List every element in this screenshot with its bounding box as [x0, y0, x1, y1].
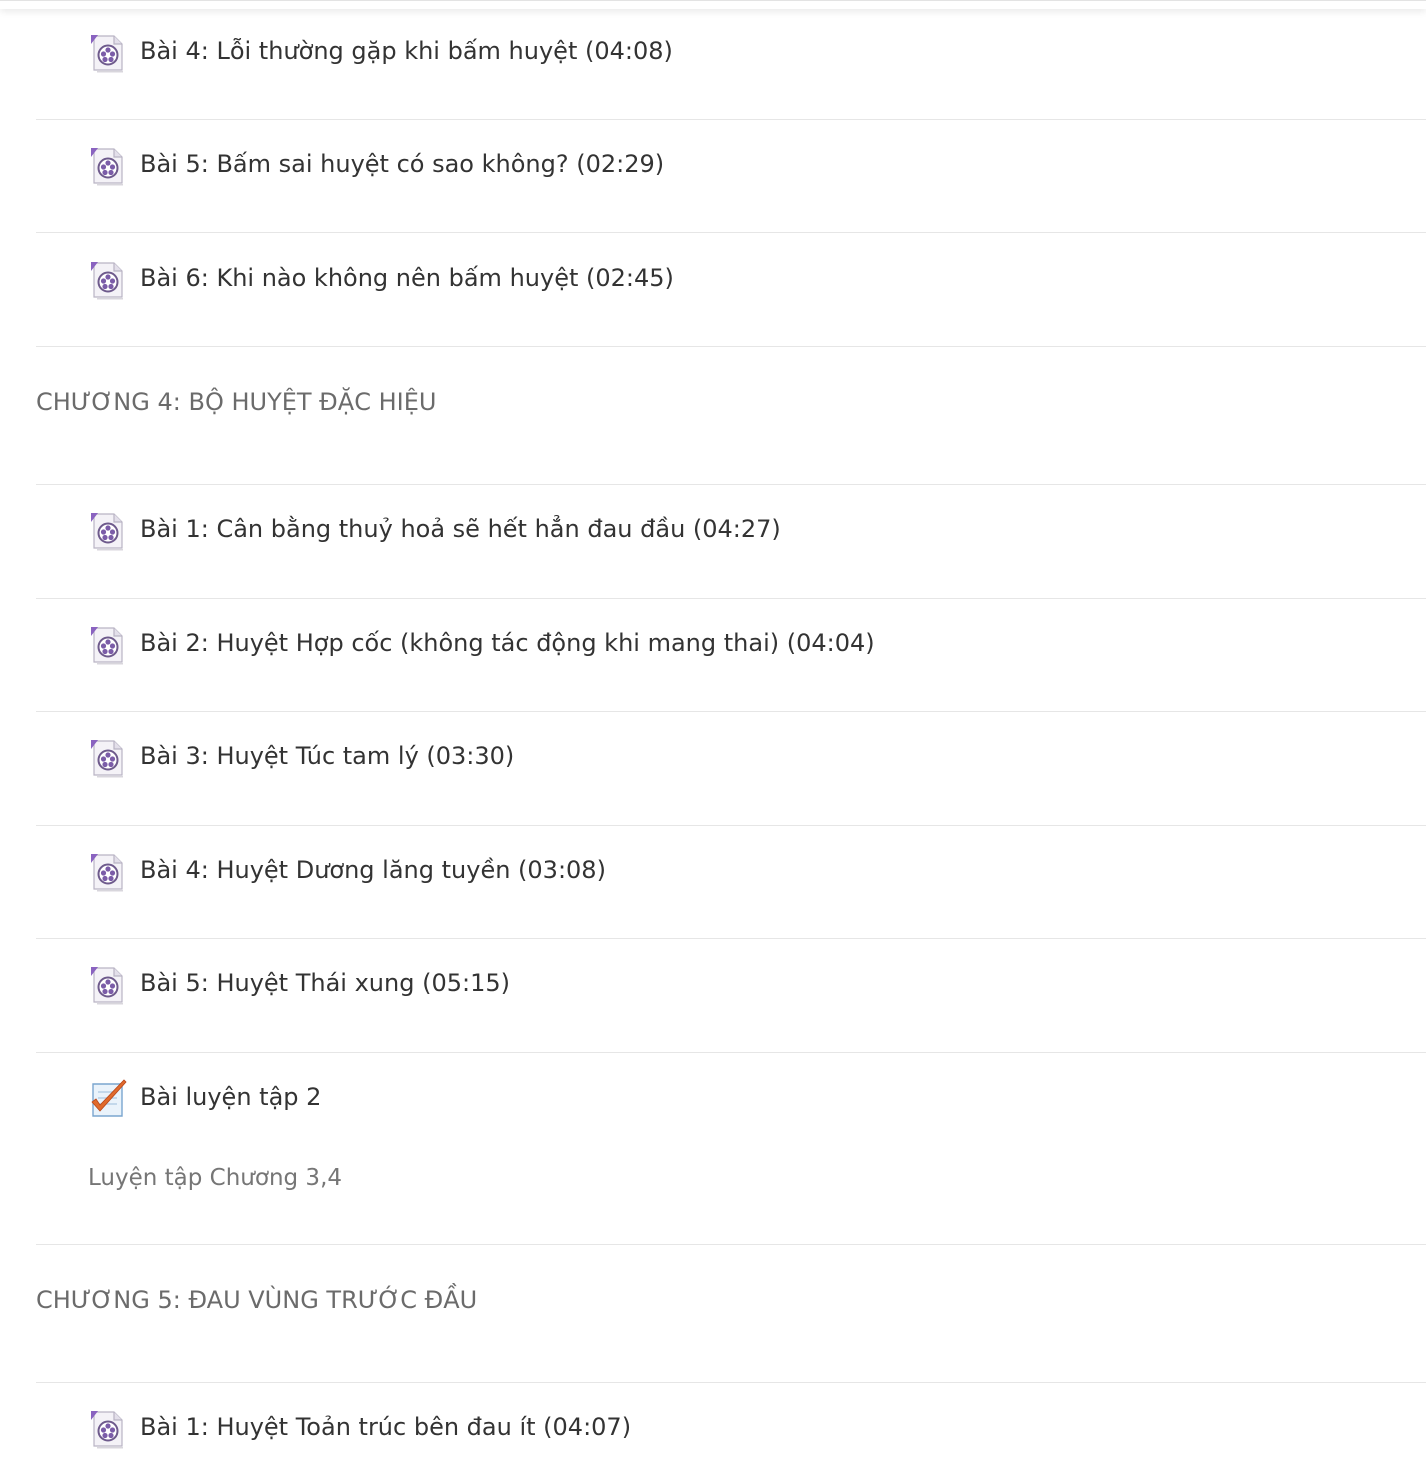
- lesson-link[interactable]: Bài 4: Lỗi thường gặp khi bấm huyệt (04:…: [140, 37, 673, 65]
- lesson-item[interactable]: Bài 2: Huyệt Hợp cốc (không tác động khi…: [0, 642, 1426, 668]
- divider: [36, 938, 1426, 939]
- section-title: CHƯƠNG 5: ĐAU VÙNG TRƯỚC ĐẦU: [36, 1286, 478, 1314]
- section-title: CHƯƠNG 4: BỘ HUYỆT ĐẶC HIỆU: [36, 388, 437, 416]
- video-file-icon: [88, 737, 128, 779]
- divider: [36, 1382, 1426, 1383]
- quiz-item[interactable]: Bài luyện tập 2: [0, 1096, 1426, 1122]
- divider: [36, 825, 1426, 826]
- lesson-link[interactable]: Bài 2: Huyệt Hợp cốc (không tác động khi…: [140, 629, 875, 657]
- video-file-icon: [88, 624, 128, 666]
- lesson-item[interactable]: Bài 1: Cân bằng thuỷ hoả sẽ hết hẳn đau …: [0, 528, 1426, 554]
- lesson-item[interactable]: Bài 6: Khi nào không nên bấm huyệt (02:4…: [0, 277, 1426, 303]
- lesson-link[interactable]: Bài 3: Huyệt Túc tam lý (03:30): [140, 742, 514, 770]
- lesson-item[interactable]: Bài 4: Huyệt Dương lăng tuyền (03:08): [0, 869, 1426, 895]
- divider: [36, 1244, 1426, 1245]
- lesson-link[interactable]: Bài 5: Huyệt Thái xung (05:15): [140, 969, 510, 997]
- lesson-link[interactable]: Bài 1: Cân bằng thuỷ hoả sẽ hết hẳn đau …: [140, 515, 781, 543]
- quiz-checkbox-icon: [88, 1078, 128, 1120]
- divider: [36, 484, 1426, 485]
- quiz-description: Luyện tập Chương 3,4: [88, 1165, 343, 1191]
- video-file-icon: [88, 510, 128, 552]
- video-file-icon: [88, 32, 128, 74]
- video-file-icon: [88, 259, 128, 301]
- lesson-link[interactable]: Bài 4: Huyệt Dương lăng tuyền (03:08): [140, 856, 606, 884]
- lesson-link[interactable]: Bài 5: Bấm sai huyệt có sao không? (02:2…: [140, 150, 664, 178]
- lesson-item[interactable]: Bài 5: Huyệt Thái xung (05:15): [0, 982, 1426, 1008]
- lesson-item[interactable]: Bài 1: Huyệt Toản trúc bên đau ít (04:07…: [0, 1426, 1426, 1452]
- quiz-link[interactable]: Bài luyện tập 2: [140, 1083, 321, 1111]
- divider: [36, 346, 1426, 347]
- divider: [36, 1052, 1426, 1053]
- divider: [36, 119, 1426, 120]
- lesson-item[interactable]: Bài 5: Bấm sai huyệt có sao không? (02:2…: [0, 163, 1426, 189]
- lesson-link[interactable]: Bài 1: Huyệt Toản trúc bên đau ít (04:07…: [140, 1413, 631, 1441]
- divider: [36, 598, 1426, 599]
- lesson-item[interactable]: Bài 3: Huyệt Túc tam lý (03:30): [0, 755, 1426, 781]
- video-file-icon: [88, 851, 128, 893]
- video-file-icon: [88, 964, 128, 1006]
- lesson-item[interactable]: Bài 4: Lỗi thường gặp khi bấm huyệt (04:…: [0, 50, 1426, 76]
- video-file-icon: [88, 145, 128, 187]
- lesson-link[interactable]: Bài 6: Khi nào không nên bấm huyệt (02:4…: [140, 264, 674, 292]
- video-file-icon: [88, 1408, 128, 1450]
- divider: [36, 711, 1426, 712]
- divider: [36, 232, 1426, 233]
- top-edge-shadow: [0, 0, 1426, 9]
